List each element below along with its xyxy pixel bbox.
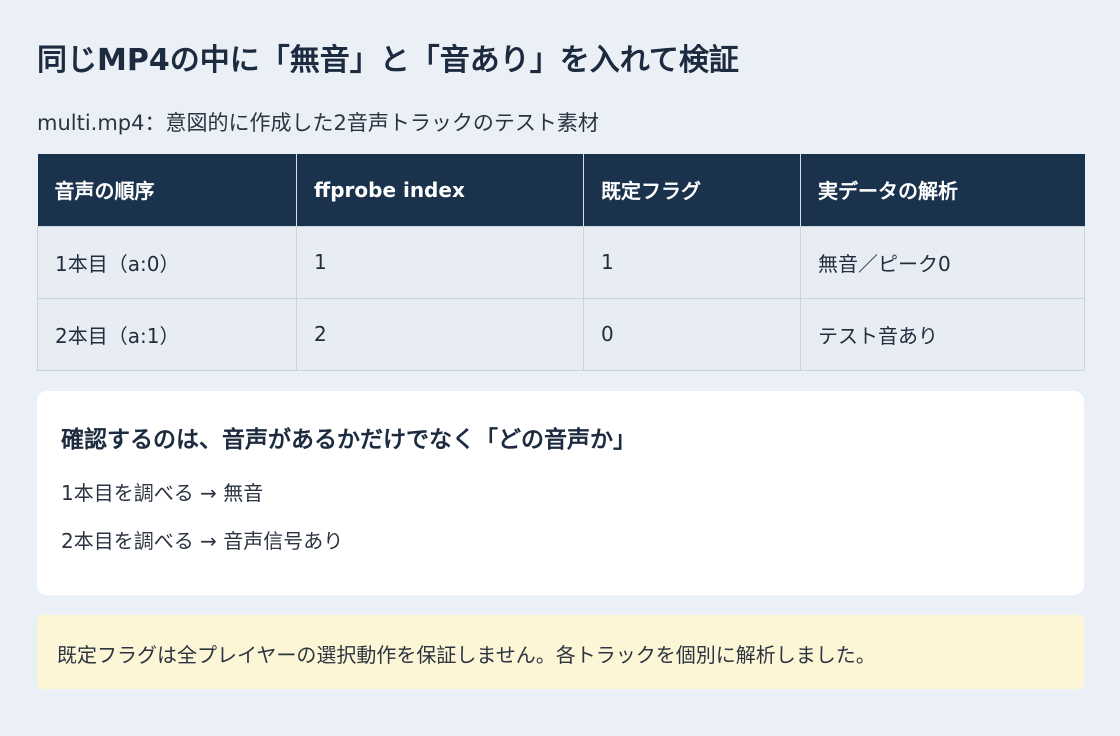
table-row: 2本目（a:1） 2 0 テスト音あり [37,297,1085,371]
page-title: 同じMP4の中に「無音」と「音あり」を入れて検証 [37,43,739,78]
column-header-analysis: 実データの解析 [800,154,1085,226]
card-title: 確認するのは、音声があるかだけでなく「どの音声か」 [61,427,636,453]
note-box: 既定フラグは全プレイヤーの選択動作を保証しません。各トラックを個別に解析しました… [37,615,1084,689]
table-cell: 1 [296,225,584,299]
card-line: 1本目を調べる → 無音 [61,481,264,505]
table-header-row: 音声の順序 ffprobe index 既定フラグ 実データの解析 [37,154,1085,226]
column-header-ffprobe-index: ffprobe index [296,154,584,226]
table-cell: 1 [583,225,801,299]
table-cell: 2 [296,297,584,371]
table-row: 1本目（a:0） 1 1 無音／ピーク0 [37,225,1085,299]
audio-track-table: 音声の順序 ffprobe index 既定フラグ 実データの解析 1本目（a:… [37,154,1085,371]
table-cell: 0 [583,297,801,371]
card-line: 2本目を調べる → 音声信号あり [61,529,344,553]
table-cell: テスト音あり [800,297,1085,371]
table-cell: 1本目（a:0） [37,225,297,299]
note-text: 既定フラグは全プレイヤーの選択動作を保証しません。各トラックを個別に解析しました… [57,643,876,667]
table-cell: 無音／ピーク0 [800,225,1085,299]
page-subtitle: multi.mp4：意図的に作成した2音声トラックのテスト素材 [37,111,599,135]
column-header-order: 音声の順序 [37,154,297,226]
table-cell: 2本目（a:1） [37,297,297,371]
column-header-default-flag: 既定フラグ [583,154,801,226]
